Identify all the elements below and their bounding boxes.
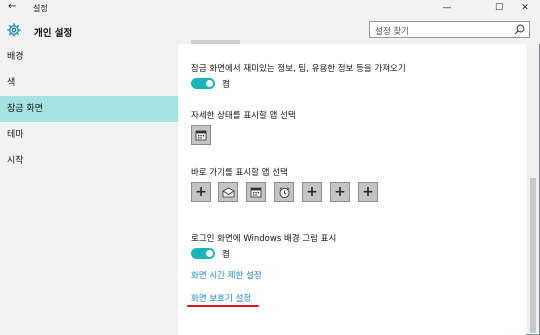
close-button[interactable]: ✕ bbox=[510, 0, 540, 16]
sidebar: 배경 색 잠금 화면 테마 시작 bbox=[0, 44, 178, 335]
fun-facts-label: 잠금 화면에서 재미있는 정보, 팁, 유용한 정보 등을 가져오기 bbox=[191, 64, 406, 74]
plus-icon: + bbox=[195, 184, 207, 200]
fun-facts-toggle[interactable] bbox=[191, 78, 215, 89]
plus-icon: + bbox=[306, 184, 318, 200]
detailed-status-calendar-tile[interactable] bbox=[191, 125, 211, 145]
window-title: 설정 bbox=[33, 4, 48, 13]
sidebar-item-themes[interactable]: 테마 bbox=[0, 122, 178, 148]
partial-control bbox=[191, 40, 240, 44]
page-title: 개인 설정 bbox=[34, 28, 73, 39]
sidebar-item-color[interactable]: 색 bbox=[0, 70, 178, 96]
login-background-label: 로그인 화면에 Windows 배경 그림 표시 bbox=[191, 234, 337, 244]
red-underline-annotation bbox=[187, 305, 259, 307]
quick-status-label: 바로 가기를 표시할 앱 선택 bbox=[191, 168, 288, 178]
detailed-status-label: 자세한 상태를 표시할 앱 선택 bbox=[191, 111, 296, 121]
login-background-toggle[interactable] bbox=[191, 248, 215, 259]
screen-timeout-link[interactable]: 화면 시간 제한 설정 bbox=[191, 269, 262, 281]
gear-icon bbox=[7, 23, 21, 37]
quick-add-app-3-tile[interactable]: + bbox=[330, 182, 350, 202]
sidebar-item-start[interactable]: 시작 bbox=[0, 148, 178, 174]
quick-calendar-tile[interactable] bbox=[246, 182, 266, 202]
back-arrow-icon[interactable]: ← bbox=[8, 1, 16, 12]
plus-icon: + bbox=[362, 184, 374, 200]
quick-alarm-tile[interactable] bbox=[274, 182, 294, 202]
title-bar: ← 설정 — ☐ ✕ bbox=[0, 0, 540, 16]
plus-icon: + bbox=[334, 184, 346, 200]
sidebar-item-background[interactable]: 배경 bbox=[0, 44, 178, 70]
quick-mail-tile[interactable] bbox=[218, 182, 238, 202]
scrollbar[interactable] bbox=[527, 44, 539, 333]
calendar-icon bbox=[250, 187, 262, 198]
search-placeholder: 설정 찾기 bbox=[375, 27, 409, 37]
quick-add-app-2-tile[interactable]: + bbox=[302, 182, 322, 202]
screensaver-link[interactable]: 화면 보호기 설정 bbox=[191, 292, 251, 304]
search-icon[interactable] bbox=[513, 23, 526, 36]
scrollbar-thumb[interactable] bbox=[530, 178, 536, 333]
quick-add-app-4-tile[interactable]: + bbox=[358, 182, 378, 202]
mail-icon bbox=[222, 187, 234, 197]
search-input[interactable]: 설정 찾기 bbox=[369, 21, 530, 38]
minimize-button[interactable]: — bbox=[432, 0, 462, 16]
sidebar-item-lock-screen[interactable]: 잠금 화면 bbox=[0, 96, 178, 122]
fun-facts-state: 켬 bbox=[222, 80, 230, 90]
calendar-icon bbox=[195, 130, 207, 141]
login-background-state: 켬 bbox=[222, 250, 230, 260]
header: 개인 설정 설정 찾기 bbox=[0, 16, 540, 44]
quick-add-app-1-tile[interactable]: + bbox=[191, 182, 211, 202]
alarm-clock-icon bbox=[278, 186, 290, 198]
